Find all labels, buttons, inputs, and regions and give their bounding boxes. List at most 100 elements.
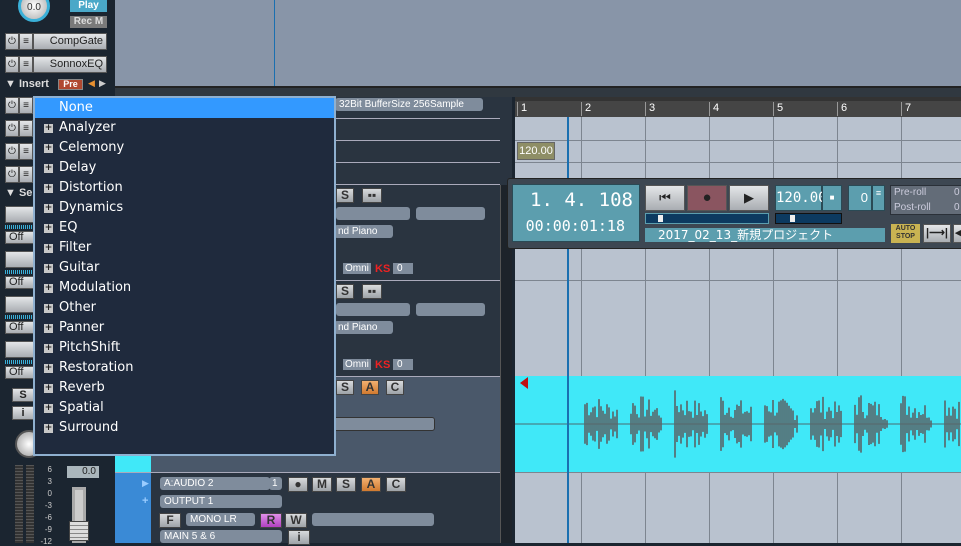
mute-button[interactable]: M xyxy=(312,477,332,492)
fader-value[interactable]: 0.0 xyxy=(67,466,99,478)
menu-item-delay[interactable]: + Delay xyxy=(35,158,334,178)
solo-button[interactable]: S xyxy=(336,380,354,395)
solo-button[interactable]: S xyxy=(336,477,356,492)
read-automation-button[interactable]: R xyxy=(260,513,282,528)
menu-icon[interactable]: ≡ xyxy=(19,120,33,137)
send-level[interactable] xyxy=(5,360,35,364)
menu-item-panner[interactable]: + Panner xyxy=(35,318,334,338)
slider-thumb[interactable] xyxy=(790,215,795,222)
info-button[interactable]: i xyxy=(12,406,34,420)
menu-item-celemony[interactable]: + Celemony xyxy=(35,138,334,158)
transport-more-button[interactable]: ◀ xyxy=(953,224,961,243)
power-icon[interactable]: ⏻ xyxy=(5,97,19,114)
omni-button[interactable]: Omni xyxy=(343,263,371,274)
power-icon[interactable]: ⏻ xyxy=(5,56,19,73)
menu-item-dynamics[interactable]: + Dynamics xyxy=(35,198,334,218)
menu-item-other[interactable]: + Other xyxy=(35,298,334,318)
post-roll-value[interactable]: 0 xyxy=(954,202,960,213)
send-off-button[interactable]: Off xyxy=(5,321,35,334)
tempo-button[interactable]: ■ xyxy=(822,185,842,211)
pre-roll-value[interactable]: 0 xyxy=(954,187,960,198)
play-button[interactable]: ▶ xyxy=(729,185,769,211)
overview-area[interactable] xyxy=(115,0,961,86)
loop-range-button[interactable]: |⟶| xyxy=(923,224,951,243)
track-field[interactable] xyxy=(416,207,485,220)
output-field[interactable]: OUTPUT 1 xyxy=(160,495,282,508)
project-name[interactable]: 2017_02_13_新規プロジェクト xyxy=(645,228,885,242)
mono-mode-field[interactable]: MONO LR xyxy=(186,513,255,526)
menu-icon[interactable]: ≡ xyxy=(19,166,33,183)
track-field[interactable] xyxy=(312,513,434,526)
menu-item-restoration[interactable]: + Restoration xyxy=(35,358,334,378)
prev-arrow-icon[interactable]: ◀ xyxy=(88,78,95,89)
send-off-button[interactable]: Off xyxy=(5,231,35,244)
fader-handle[interactable] xyxy=(69,521,89,541)
pre-badge[interactable]: Pre xyxy=(58,79,83,90)
menu-item-modulation[interactable]: + Modulation xyxy=(35,278,334,298)
a-button[interactable]: A xyxy=(361,477,381,492)
power-icon[interactable]: ⏻ xyxy=(5,143,19,160)
tempo-field[interactable]: 120.00 xyxy=(775,185,827,211)
menu-item-eq[interactable]: + EQ xyxy=(35,218,334,238)
track-field[interactable] xyxy=(416,303,485,316)
solo-button[interactable]: S xyxy=(12,388,34,402)
menu-icon[interactable]: ≡ xyxy=(19,143,33,160)
menu-item-filter[interactable]: + Filter xyxy=(35,238,334,258)
menu-item-distortion[interactable]: + Distortion xyxy=(35,178,334,198)
expand-arrow-icon[interactable]: ▶ xyxy=(142,478,149,489)
add-icon[interactable]: + xyxy=(142,495,148,507)
instrument-field[interactable]: nd Piano xyxy=(334,321,393,334)
send-level[interactable] xyxy=(5,315,35,319)
send-off-button[interactable]: Off xyxy=(5,366,35,379)
send-slot[interactable] xyxy=(5,251,35,268)
c-button[interactable]: C xyxy=(386,380,404,395)
menu-item-pitchshift[interactable]: + PitchShift xyxy=(35,338,334,358)
keyboard-icon[interactable]: ▪▪ xyxy=(362,188,382,203)
write-automation-button[interactable]: W xyxy=(285,513,307,528)
solo-button[interactable]: S xyxy=(336,284,354,299)
c-button[interactable]: C xyxy=(386,477,406,492)
send-label[interactable]: ▼ Se xyxy=(5,187,32,199)
ks-value[interactable]: 0 xyxy=(393,263,413,274)
send-slot[interactable] xyxy=(5,341,35,358)
menu-icon[interactable]: ≡ xyxy=(19,56,33,73)
track-name-field[interactable]: A:AUDIO 2 xyxy=(160,477,270,490)
insert-label[interactable]: ▼ Insert xyxy=(5,78,49,90)
play-mode-button[interactable]: Play xyxy=(70,0,107,12)
power-icon[interactable]: ⏻ xyxy=(5,120,19,137)
send-slot[interactable] xyxy=(5,206,35,223)
send-off-button[interactable]: Off xyxy=(5,276,35,289)
bus-field[interactable]: MAIN 5 & 6 xyxy=(160,530,282,543)
record-button[interactable]: ● xyxy=(687,185,727,211)
instrument-field[interactable]: nd Piano xyxy=(334,225,393,238)
freeze-button[interactable]: F xyxy=(159,513,181,528)
power-icon[interactable]: ⏻ xyxy=(5,33,19,50)
power-icon[interactable]: ⏻ xyxy=(5,166,19,183)
menu-icon[interactable]: ≡ xyxy=(19,33,33,50)
count-field[interactable]: 0 xyxy=(848,185,872,211)
omni-button[interactable]: Omni xyxy=(343,359,371,370)
a-button[interactable]: A xyxy=(361,380,379,395)
auto-stop-button[interactable]: AUTO STOP xyxy=(891,224,920,243)
position-slider[interactable] xyxy=(645,213,769,224)
menu-item-reverb[interactable]: + Reverb xyxy=(35,378,334,398)
effect-slot[interactable]: CompGate xyxy=(33,33,107,50)
next-arrow-icon[interactable]: ▶ xyxy=(99,78,106,89)
channel-field[interactable]: 1 xyxy=(269,477,282,490)
send-level[interactable] xyxy=(5,225,35,229)
track-field[interactable] xyxy=(336,207,410,220)
rec-mode-button[interactable]: Rec M xyxy=(70,16,107,28)
track-field[interactable] xyxy=(336,303,410,316)
send-level[interactable] xyxy=(5,270,35,274)
tempo-slider[interactable] xyxy=(775,213,842,224)
menu-item-guitar[interactable]: + Guitar xyxy=(35,258,334,278)
menu-item-analyzer[interactable]: + Analyzer xyxy=(35,118,334,138)
keyboard-icon[interactable]: ▪▪ xyxy=(362,284,382,299)
ks-value[interactable]: 0 xyxy=(393,359,413,370)
slider-thumb[interactable] xyxy=(658,215,663,222)
send-slot[interactable] xyxy=(5,296,35,313)
tempo-marker[interactable]: 120.00 xyxy=(517,142,555,160)
menu-item-surround[interactable]: + Surround xyxy=(35,418,334,438)
solo-button[interactable]: S xyxy=(336,188,354,203)
menu-item-none[interactable]: None xyxy=(35,98,334,118)
